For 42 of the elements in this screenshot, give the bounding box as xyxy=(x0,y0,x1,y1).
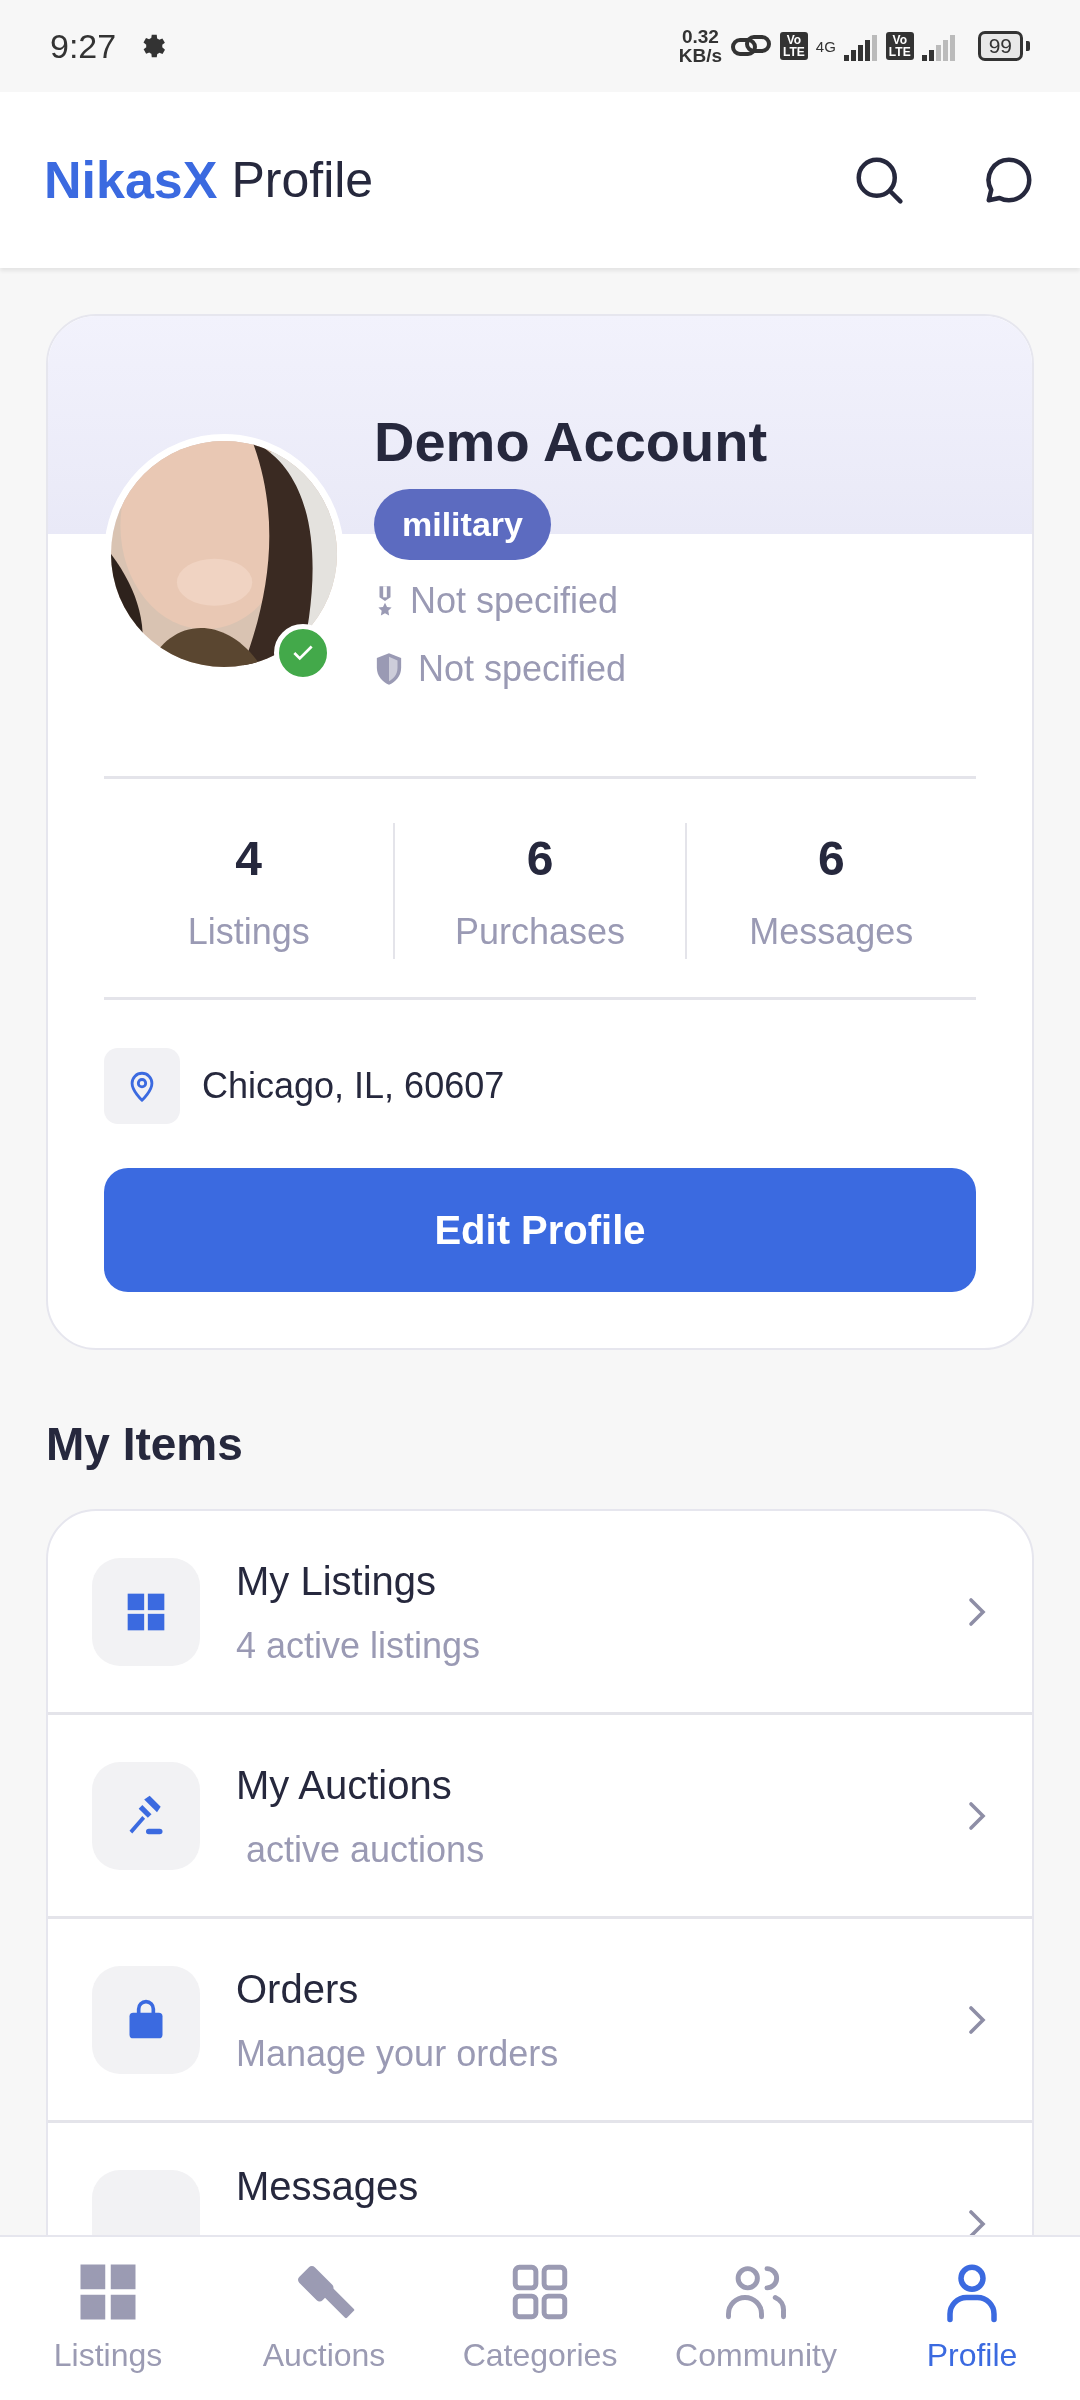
nav-tab-label: Auctions xyxy=(262,2335,386,2375)
menu-row-subtitle: Manage your orders xyxy=(236,2031,560,2076)
menu-row-title: My Auctions xyxy=(236,1761,453,1809)
location-text: Chicago, IL, 60607 xyxy=(202,1064,505,1109)
nav-tab[interactable]: Auctions xyxy=(216,2237,432,2400)
menu-row[interactable]: My Listings 4 active listings xyxy=(48,1511,1032,1716)
stat-value: 4 xyxy=(234,831,263,888)
stat-label: Listings xyxy=(186,910,311,955)
menu-row-subtitle: active auctions xyxy=(245,1827,486,1872)
menu-row-title: My Listings xyxy=(236,1557,438,1605)
profile-detail-text: Not specified xyxy=(418,647,627,692)
stat-label: Messages xyxy=(748,910,915,955)
edit-profile-button[interactable]: Edit Profile xyxy=(104,1168,976,1293)
brand-logo: NikasX xyxy=(44,150,218,211)
menu-row[interactable]: Orders Manage your orders xyxy=(48,1919,1032,2124)
nav-tab-label: Profile xyxy=(926,2335,1018,2375)
nav-tab[interactable]: Listings xyxy=(0,2237,216,2400)
network-type-text: 4G xyxy=(815,38,836,54)
shield-icon xyxy=(374,652,404,687)
section-title: My Items xyxy=(46,1417,244,1473)
menu-row-title: Messages xyxy=(236,2162,420,2210)
volte-badge: Vo LTE xyxy=(780,32,808,60)
stat-value: 6 xyxy=(816,831,846,888)
stat-label: Purchases xyxy=(453,910,627,955)
nav-tab[interactable]: Categories xyxy=(432,2237,648,2400)
nav-tab[interactable]: Profile xyxy=(864,2237,1080,2400)
clock-text: 9:27 xyxy=(50,25,117,67)
nav-tab-label: Categories xyxy=(462,2335,618,2375)
stat-value: 6 xyxy=(525,831,555,888)
menu-row[interactable]: My Auctions active auctions xyxy=(48,1715,1032,1920)
profile-detail-text: Not specified xyxy=(410,579,619,624)
menu-row-title: Orders xyxy=(236,1965,360,2013)
volte-badge: Vo LTE xyxy=(885,32,914,60)
nav-tab-label: Listings xyxy=(53,2335,163,2375)
nav-tab-label: Community xyxy=(675,2335,837,2375)
battery-icon: 99 xyxy=(977,31,1023,61)
profile-name: Demo Account xyxy=(374,409,769,475)
menu-row-subtitle: 4 active listings xyxy=(236,1623,482,1668)
network-speed-text: 0.32 KB/s xyxy=(678,27,723,65)
nav-tab[interactable]: Community xyxy=(648,2237,864,2400)
page-title: Profile xyxy=(231,150,374,210)
profile-tag: military xyxy=(374,489,551,561)
